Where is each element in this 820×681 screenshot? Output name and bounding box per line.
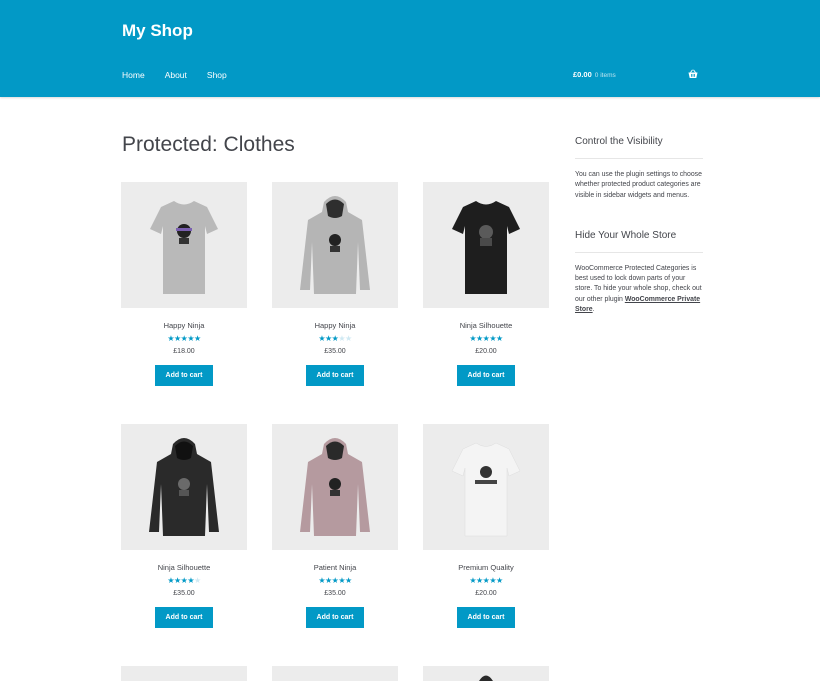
product-name[interactable]: Patient Ninja bbox=[272, 563, 398, 572]
product-image[interactable] bbox=[423, 666, 549, 681]
add-to-cart-button[interactable]: Add to cart bbox=[155, 365, 213, 386]
tshirt-icon bbox=[150, 201, 218, 294]
widget-text: WooCommerce Protected Categories is best… bbox=[575, 264, 703, 315]
product-price: £20.00 bbox=[475, 590, 497, 597]
add-to-cart-button[interactable]: Add to cart bbox=[457, 365, 515, 386]
product-image[interactable] bbox=[121, 666, 247, 681]
sidebar: Control the Visibility You can use the p… bbox=[575, 136, 703, 315]
nav-shop[interactable]: Shop bbox=[207, 70, 227, 80]
rating-stars: ★★★★★ bbox=[318, 576, 352, 585]
product-card: Ninja Silhouette ★★★★★ £20.00 Add to car… bbox=[423, 182, 549, 386]
product-name[interactable]: Happy Ninja bbox=[121, 321, 247, 330]
tshirt-icon bbox=[451, 442, 521, 537]
widget-divider bbox=[575, 251, 703, 253]
cart-link[interactable]: £0.00 0 items bbox=[573, 70, 616, 79]
hoodie-icon bbox=[300, 438, 370, 536]
product-card: Patient Ninja ★★★★★ £35.00 Add to cart bbox=[272, 424, 398, 628]
add-to-cart-button[interactable]: Add to cart bbox=[306, 365, 364, 386]
nav-home[interactable]: Home bbox=[122, 70, 145, 80]
product-image[interactable] bbox=[121, 424, 247, 550]
cart-total: £0.00 bbox=[573, 70, 592, 79]
rating-stars: ★★★★★ bbox=[469, 576, 503, 585]
product-price: £35.00 bbox=[173, 590, 195, 597]
product-image[interactable] bbox=[423, 182, 549, 308]
widget-text: You can use the plugin settings to choos… bbox=[575, 171, 702, 199]
basket-icon[interactable] bbox=[688, 69, 698, 79]
product-name[interactable]: Ninja Silhouette bbox=[121, 563, 247, 572]
main-nav: Home About Shop bbox=[122, 70, 247, 80]
site-header: My Shop Home About Shop £0.00 0 items bbox=[0, 0, 820, 97]
add-to-cart-button[interactable]: Add to cart bbox=[457, 607, 515, 628]
product-card: Happy Ninja ★★★★★ £35.00 Add to cart bbox=[272, 182, 398, 386]
widget-text-end: . bbox=[592, 306, 595, 314]
nav-about[interactable]: About bbox=[165, 70, 187, 80]
product-card: Ninja Silhouette ★★★★★ £35.00 Add to car… bbox=[121, 424, 247, 628]
product-price: £35.00 bbox=[324, 348, 346, 355]
product-card: Happy Ninja ★★★★★ £18.00 Add to cart bbox=[121, 182, 247, 386]
rating-stars: ★★★★★ bbox=[167, 576, 201, 585]
widget-divider bbox=[575, 158, 703, 159]
rating-stars: ★★★★★ bbox=[167, 334, 201, 343]
hoodie-icon bbox=[300, 196, 370, 294]
product-price: £20.00 bbox=[475, 348, 497, 355]
product-image[interactable] bbox=[423, 424, 549, 550]
product-image[interactable] bbox=[272, 666, 398, 681]
product-price: £35.00 bbox=[324, 590, 346, 597]
product-name[interactable]: Ninja Silhouette bbox=[423, 321, 549, 330]
hoodie-icon bbox=[149, 438, 219, 536]
product-name[interactable]: Premium Quality bbox=[423, 563, 549, 572]
site-title[interactable]: My Shop bbox=[122, 21, 193, 41]
rating-stars: ★★★★★ bbox=[469, 334, 503, 343]
product-image[interactable] bbox=[272, 182, 398, 308]
hoodie-icon bbox=[479, 675, 493, 681]
product-price: £18.00 bbox=[173, 348, 195, 355]
tshirt-icon bbox=[452, 201, 520, 294]
add-to-cart-button[interactable]: Add to cart bbox=[306, 607, 364, 628]
product-image[interactable] bbox=[121, 182, 247, 308]
add-to-cart-button[interactable]: Add to cart bbox=[155, 607, 213, 628]
product-name[interactable]: Happy Ninja bbox=[272, 321, 398, 330]
product-image[interactable] bbox=[272, 424, 398, 550]
page-title: Protected: Clothes bbox=[122, 133, 295, 156]
rating-stars: ★★★★★ bbox=[318, 334, 352, 343]
product-card: Premium Quality ★★★★★ £20.00 Add to cart bbox=[423, 424, 549, 628]
cart-items-count: 0 items bbox=[594, 72, 616, 79]
widget-title: Control the Visibility bbox=[575, 136, 663, 147]
widget-title: Hide Your Whole Store bbox=[575, 229, 677, 241]
